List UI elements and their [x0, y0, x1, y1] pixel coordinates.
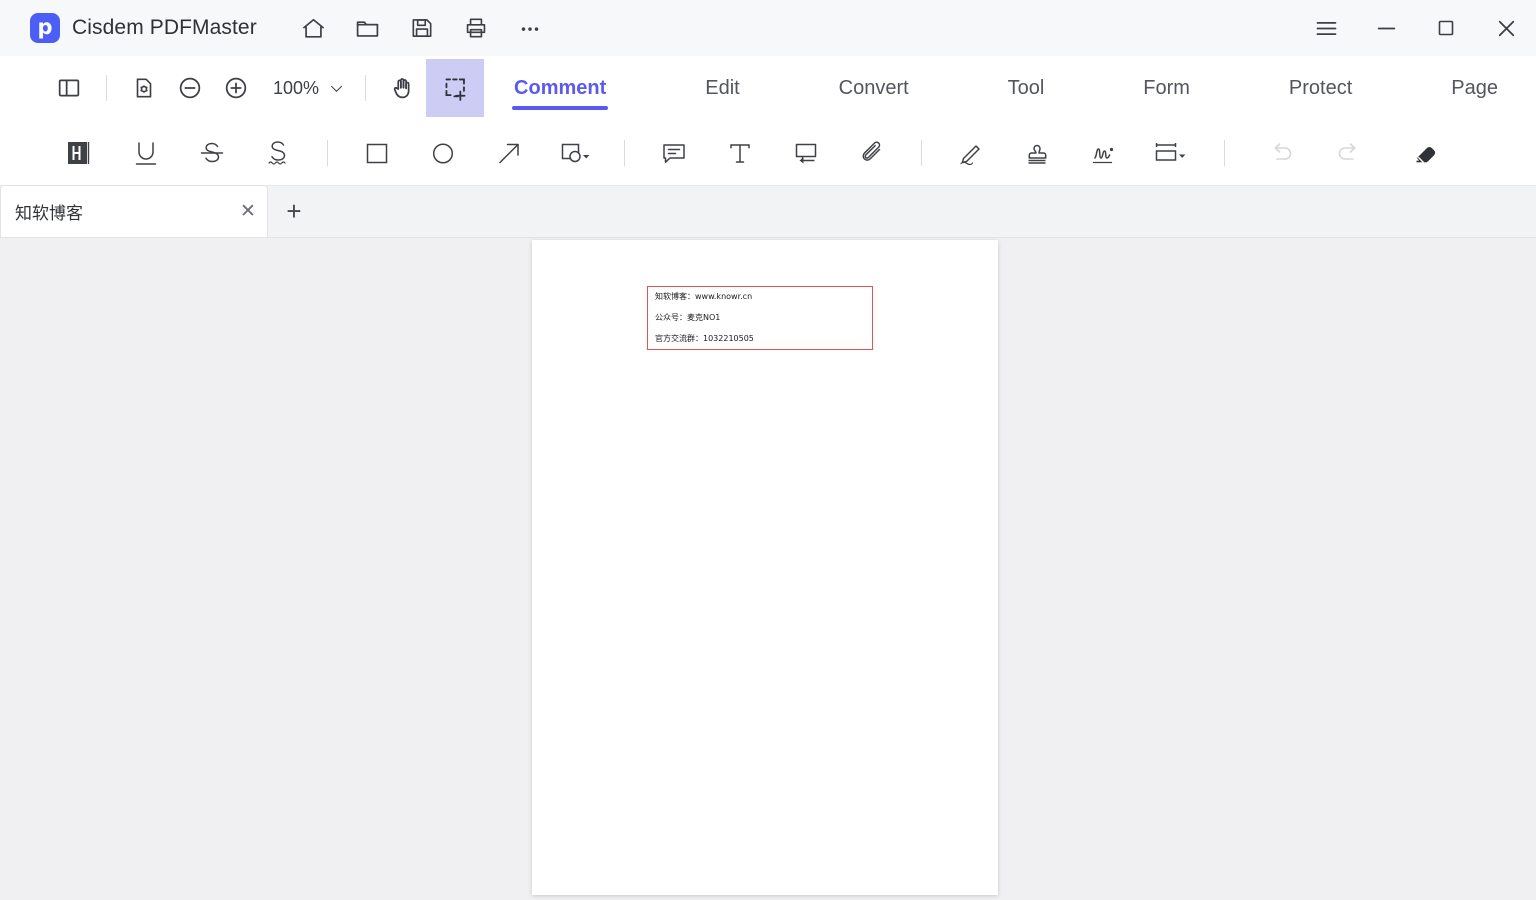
tab-form-label: Form	[1143, 77, 1190, 99]
arrow-icon[interactable]	[476, 127, 542, 179]
document-tab[interactable]: 知软博客 ✕	[0, 185, 268, 237]
new-tab-button[interactable]: +	[268, 185, 320, 237]
tab-comment-label: Comment	[514, 77, 607, 99]
tab-form[interactable]: Form	[1143, 77, 1190, 120]
zoom-in-icon[interactable]	[213, 65, 259, 111]
ellipse-icon[interactable]	[410, 127, 476, 179]
signature-icon[interactable]	[1070, 127, 1136, 179]
close-icon[interactable]	[1476, 0, 1536, 56]
toolbar-divider-2	[365, 75, 367, 101]
document-tab-strip: 知软博客 ✕ +	[0, 185, 1536, 238]
tab-convert-label: Convert	[838, 77, 909, 99]
pdf-page[interactable]: 知软博客：www.knowr.cn 公众号：麦克NO1 官方交流群：103221…	[532, 240, 998, 895]
annot-divider-3	[921, 139, 922, 166]
menu-icon[interactable]	[1296, 0, 1356, 56]
annot-divider-1	[327, 139, 328, 166]
tab-protect[interactable]: Protect	[1289, 77, 1352, 120]
app-logo: p	[30, 13, 60, 43]
annotation-line-3: 官方交流群：1032210505	[655, 334, 754, 343]
stamp-icon[interactable]	[1004, 127, 1070, 179]
tab-edit[interactable]: Edit	[705, 77, 739, 120]
squiggly-underline-icon[interactable]	[245, 127, 311, 179]
tab-page[interactable]: Page	[1451, 77, 1498, 120]
more-options-icon[interactable]	[503, 6, 557, 50]
shapes-dropdown-icon[interactable]	[542, 127, 608, 179]
pencil-icon[interactable]	[938, 127, 1004, 179]
zoom-out-icon[interactable]	[167, 65, 213, 111]
annotation-toolbar	[0, 120, 1536, 186]
strikethrough-icon[interactable]	[179, 127, 245, 179]
document-tab-label: 知软博客	[15, 204, 83, 223]
print-icon[interactable]	[449, 6, 503, 50]
highlight-icon[interactable]	[47, 127, 113, 179]
hand-tool-icon[interactable]	[380, 65, 426, 111]
zoom-level-value: 100%	[273, 77, 320, 98]
sticky-note-icon[interactable]	[641, 127, 707, 179]
title-bar: p Cisdem PDFMaster	[0, 0, 1536, 56]
page-settings-icon[interactable]	[121, 65, 167, 111]
tab-page-label: Page	[1451, 77, 1498, 99]
app-title: Cisdem PDFMaster	[72, 16, 257, 39]
minimize-icon[interactable]	[1356, 0, 1416, 56]
sidebar-toggle-icon[interactable]	[46, 65, 92, 111]
rectangle-icon[interactable]	[344, 127, 410, 179]
annotation-line-2: 公众号：麦克NO1	[655, 313, 721, 322]
tab-tool-label: Tool	[1007, 77, 1045, 99]
tab-tool[interactable]: Tool	[1008, 77, 1045, 120]
select-area-tool-icon[interactable]	[426, 59, 485, 117]
measure-dropdown-icon[interactable]	[1136, 127, 1202, 179]
save-icon[interactable]	[395, 6, 449, 50]
chevron-down-icon	[331, 85, 343, 92]
redo-icon[interactable]	[1315, 127, 1381, 179]
tab-convert[interactable]: Convert	[839, 77, 909, 120]
underline-icon[interactable]	[113, 127, 179, 179]
undo-icon[interactable]	[1249, 127, 1315, 179]
attachment-icon[interactable]	[839, 127, 905, 179]
annotation-text-box[interactable]: 知软博客：www.knowr.cn 公众号：麦克NO1 官方交流群：103221…	[647, 286, 873, 350]
home-icon[interactable]	[287, 6, 341, 50]
pdf-viewer[interactable]: 知软博客：www.knowr.cn 公众号：麦克NO1 官方交流群：103221…	[0, 238, 1536, 900]
view-toolbar: 100% Comment Edit Convert Tool Form Prot…	[0, 56, 1536, 120]
text-icon[interactable]	[707, 127, 773, 179]
zoom-level-selector[interactable]: 100%	[273, 78, 345, 99]
tab-comment[interactable]: Comment	[512, 77, 609, 120]
annot-divider-4	[1224, 139, 1225, 166]
tab-edit-label: Edit	[705, 77, 740, 99]
quick-action-toolbar	[287, 6, 557, 50]
annotation-line-1: 知软博客：www.knowr.cn	[655, 292, 753, 301]
annot-divider-2	[624, 139, 625, 166]
window-controls	[1296, 0, 1536, 56]
eraser-icon[interactable]	[1391, 127, 1457, 179]
toolbar-divider	[106, 75, 107, 101]
maximize-icon[interactable]	[1416, 0, 1476, 56]
text-box-icon[interactable]	[773, 127, 839, 179]
open-folder-icon[interactable]	[341, 6, 395, 50]
tab-protect-label: Protect	[1288, 77, 1353, 99]
ribbon-tabs: Comment Edit Convert Tool Form Protect P…	[484, 56, 1536, 120]
document-tab-close-icon[interactable]: ✕	[229, 186, 267, 238]
